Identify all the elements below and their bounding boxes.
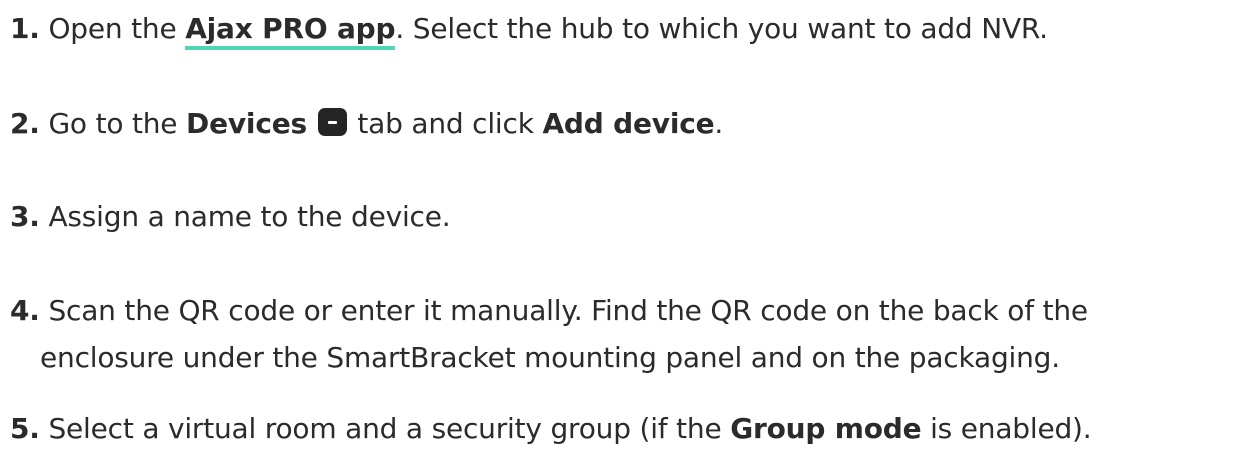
step-text: . — [714, 107, 724, 140]
step-number: 2. — [10, 107, 40, 140]
step-2: 2. Go to the Devices tab and click Add d… — [10, 100, 723, 147]
step-text: tab and click — [348, 107, 543, 140]
instruction-steps: 1. Open the Ajax PRO app. Select the hub… — [0, 0, 1245, 448]
step-number: 3. — [10, 200, 40, 233]
step-text: is enabled). — [921, 412, 1092, 445]
step-number: 4. — [10, 294, 40, 327]
step-text: Select a virtual room and a security gro… — [48, 412, 731, 445]
ajax-pro-app-link[interactable]: Ajax PRO app — [185, 12, 396, 50]
step-text: . Select the hub to which you want to ad… — [395, 12, 1048, 45]
step-4: 4. Scan the QR code or enter it manually… — [10, 287, 1088, 381]
devices-label: Devices — [186, 107, 307, 140]
step-text: Assign a name to the device. — [48, 200, 451, 233]
group-mode-label: Group mode — [730, 412, 922, 445]
step-3: 3. Assign a name to the device. — [10, 193, 451, 240]
step-number: 1. — [10, 12, 40, 45]
step-1: 1. Open the Ajax PRO app. Select the hub… — [10, 5, 1048, 52]
step-number: 5. — [10, 412, 40, 445]
step-text: Scan the QR code or enter it manually. F… — [48, 294, 1088, 327]
devices-tab-icon — [317, 108, 347, 136]
step-text: Open the — [48, 12, 186, 45]
step-text: Go to the — [48, 107, 187, 140]
step-text-continuation: enclosure under the SmartBracket mountin… — [40, 341, 1060, 374]
step-5: 5. Select a virtual room and a security … — [10, 405, 1092, 452]
add-device-label: Add device — [542, 107, 715, 140]
